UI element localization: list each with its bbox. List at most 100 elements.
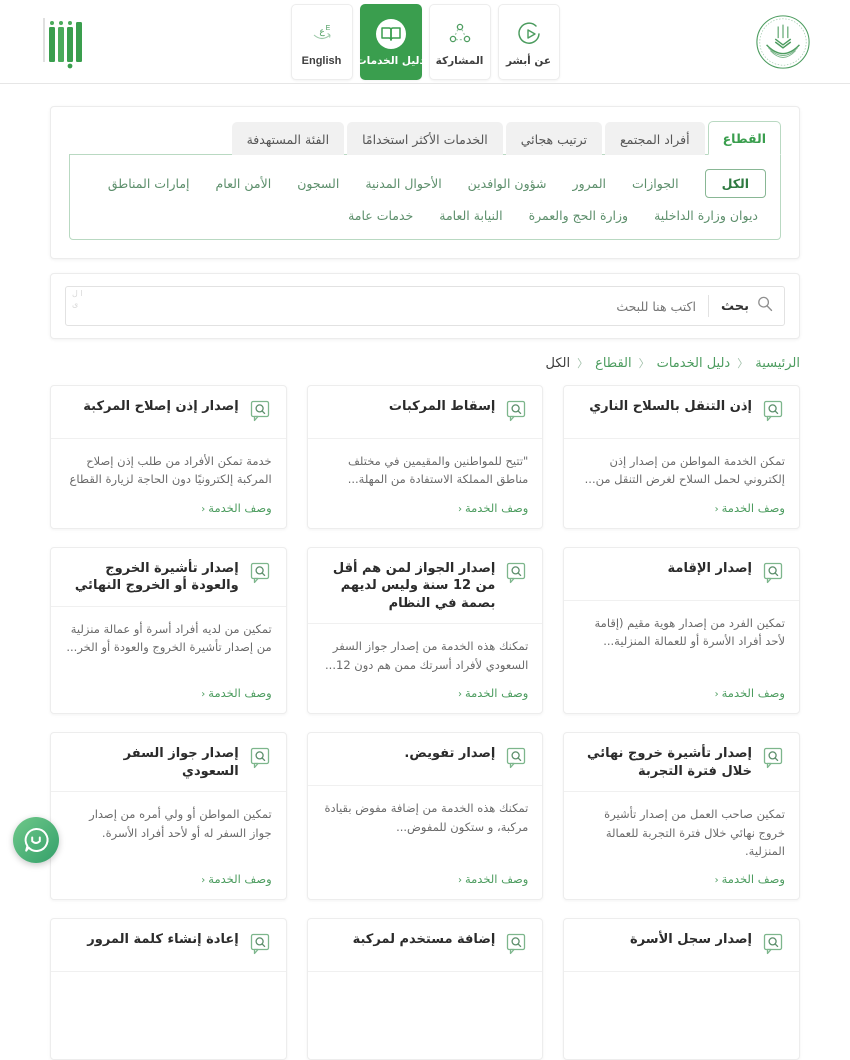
- service-card[interactable]: إصدار تفويض. تمكنك هذه الخدمة من إضافة م…: [306, 732, 544, 901]
- service-card-title: إضافة مستخدم لمركبة: [352, 932, 496, 948]
- service-card-title: إصدار جواز السفر السعودي: [123, 746, 239, 779]
- service-card[interactable]: إصدار الإقامة تمكين الفرد من إصدار هوية …: [563, 546, 800, 715]
- service-card-header: إعادة إنشاء كلمة المرور: [51, 919, 286, 973]
- service-description-link[interactable]: وصف الخدمة‹: [458, 686, 528, 700]
- service-card-description: "تتيح للمواطنين والمقيمين في مختلف مناطق…: [347, 454, 529, 487]
- search-input[interactable]: [76, 298, 708, 314]
- service-description-link-label: وصف الخدمة: [208, 686, 272, 701]
- breadcrumb-separator-icon: 〈: [737, 357, 749, 370]
- service-card-title: إصدار تأشيرة خروج نهائي خلال فترة التجرب…: [587, 746, 752, 779]
- nav-tile-label: دليل الخدمات: [356, 54, 425, 67]
- search-box[interactable]: بحث ا ل ى: [65, 286, 785, 326]
- service-card[interactable]: إصدار إذن إصلاح المركبة خدمة تمكن الأفرا…: [50, 385, 287, 529]
- service-card[interactable]: إضافة مستخدم لمركبة: [306, 918, 544, 1060]
- chevron-left-icon: ‹: [457, 689, 462, 701]
- service-card-header: إصدار جواز السفر السعودي: [51, 733, 286, 793]
- search-button[interactable]: بحث: [707, 295, 774, 317]
- chevron-left-icon: ‹: [714, 875, 719, 887]
- service-description-link[interactable]: وصف الخدمة‹: [715, 501, 785, 515]
- service-card[interactable]: إذن التنقل بالسلاح الناري تمكن الخدمة ال…: [563, 385, 800, 529]
- breadcrumb-item-all: الكل: [545, 355, 571, 371]
- tab-alphabetical-order[interactable]: ترتيب هجائي: [505, 122, 603, 155]
- breadcrumb-item-services-guide[interactable]: دليل الخدمات: [657, 356, 731, 371]
- service-card[interactable]: إعادة إنشاء كلمة المرور: [50, 918, 287, 1060]
- sector-item-all[interactable]: الكل: [704, 169, 766, 198]
- service-card[interactable]: إصدار تأشيرة خروج نهائي خلال فترة التجرب…: [563, 732, 800, 901]
- service-card-footer: وصف الخدمة‹: [51, 489, 286, 528]
- service-search-icon: [504, 746, 528, 774]
- service-description-link[interactable]: وصف الخدمة‹: [715, 872, 785, 886]
- service-card-title: إصدار سجل الأسرة: [630, 932, 752, 948]
- service-search-icon: [504, 932, 528, 960]
- nav-tile-participation[interactable]: المشاركة: [428, 4, 491, 80]
- breadcrumb-item-home[interactable]: الرئيسية: [755, 356, 800, 371]
- sector-item-hajj-umrah-ministry[interactable]: وزارة الحج والعمرة: [529, 208, 629, 223]
- tab-label: القطاع: [722, 131, 766, 146]
- sector-item-expatriate-affairs[interactable]: شؤون الوافدين: [468, 176, 547, 191]
- tab-most-used-services[interactable]: الخدمات الأكثر استخدامًا: [347, 122, 503, 155]
- service-search-icon: [504, 561, 528, 589]
- filter-panel: القطاع أفراد المجتمع ترتيب هجائي الخدمات…: [50, 106, 800, 259]
- chat-support-button[interactable]: [13, 817, 59, 863]
- service-card-title: إصدار تأشيرة الخروج والعودة أو الخروج ال…: [74, 560, 239, 594]
- service-card[interactable]: إصدار تأشيرة الخروج والعودة أو الخروج ال…: [50, 546, 287, 715]
- tab-community-members[interactable]: أفراد المجتمع: [605, 122, 705, 155]
- service-description-link[interactable]: وصف الخدمة‹: [201, 501, 271, 515]
- tab-label: أفراد المجتمع: [620, 132, 690, 147]
- services-grid: إذن التنقل بالسلاح الناري تمكن الخدمة ال…: [50, 385, 800, 1060]
- absher-logo: [43, 17, 82, 68]
- service-description-link-label: وصف الخدمة: [208, 500, 272, 515]
- service-card-footer: وصف الخدمة‹: [564, 489, 799, 528]
- svg-text:ع: ع: [319, 27, 325, 37]
- tab-label: الفئة المستهدفة: [246, 132, 330, 147]
- breadcrumb-separator-icon: 〈: [577, 357, 589, 370]
- sector-item-civil-affairs[interactable]: الأحوال المدنية: [365, 176, 441, 191]
- service-description-link[interactable]: وصف الخدمة‹: [458, 501, 528, 515]
- service-card-title: إصدار إذن إصلاح المركبة: [83, 399, 239, 414]
- tab-sector[interactable]: القطاع: [707, 121, 781, 155]
- service-card[interactable]: إصدار سجل الأسرة: [563, 918, 800, 1060]
- breadcrumb-separator-icon: 〈: [638, 357, 650, 370]
- sector-item-regional-emirates[interactable]: إمارات المناطق: [108, 176, 190, 191]
- tab-target-category[interactable]: الفئة المستهدفة: [231, 122, 345, 155]
- service-card-body: تمكين الفرد من إصدار هوية مقيم (إقامة لأ…: [564, 601, 799, 674]
- sector-item-public-prosecution[interactable]: النيابة العامة: [439, 208, 502, 223]
- service-description-link[interactable]: وصف الخدمة‹: [201, 686, 271, 700]
- search-button-label: بحث: [720, 298, 749, 314]
- nav-tile-services-guide[interactable]: دليل الخدمات: [356, 4, 425, 80]
- service-card-body: [308, 972, 543, 1059]
- service-card-footer: وصف الخدمة‹: [564, 674, 799, 713]
- service-search-icon: [248, 561, 272, 589]
- sector-item-moi-diwan[interactable]: ديوان وزارة الداخلية: [654, 208, 758, 223]
- sector-item-public-security[interactable]: الأمن العام: [216, 176, 272, 191]
- tab-label: ترتيب هجائي: [520, 132, 588, 147]
- chevron-left-icon: ‹: [714, 689, 719, 701]
- chevron-left-icon: ‹: [714, 503, 719, 515]
- sector-item-general-services[interactable]: خدمات عامة: [348, 208, 413, 223]
- service-card-header: إصدار تأشيرة خروج نهائي خلال فترة التجرب…: [564, 733, 799, 793]
- nav-tile-about-absher[interactable]: عن أبشر: [497, 4, 560, 80]
- service-description-link-label: وصف الخدمة: [464, 500, 529, 515]
- language-globe-icon: ع E: [309, 18, 335, 50]
- service-card-description: تمكين المواطن أو ولي أمره من إصدار جواز …: [89, 807, 272, 840]
- sector-item-traffic[interactable]: المرور: [573, 176, 606, 191]
- nav-tile-english[interactable]: ع E English: [290, 4, 353, 80]
- service-card[interactable]: إسقاط المركبات "تتيح للمواطنين والمقيمين…: [306, 385, 544, 529]
- service-description-link[interactable]: وصف الخدمة‹: [201, 872, 271, 886]
- chevron-left-icon: ‹: [457, 875, 462, 887]
- service-card[interactable]: إصدار جواز السفر السعودي تمكين المواطن أ…: [50, 732, 287, 901]
- sector-item-prisons[interactable]: السجون: [297, 176, 339, 191]
- breadcrumb-item-sector[interactable]: القطاع: [595, 356, 632, 371]
- chevron-left-icon: ‹: [457, 503, 462, 515]
- service-card-description: تمكين الفرد من إصدار هوية مقيم (إقامة لأ…: [594, 615, 785, 649]
- service-card-body: خدمة تمكن الأفراد من طلب إذن إصلاح المرك…: [51, 439, 286, 489]
- service-card-footer: وصف الخدمة‹: [51, 860, 286, 899]
- service-description-link[interactable]: وصف الخدمة‹: [458, 872, 528, 886]
- nav-tile-label: English: [301, 54, 342, 67]
- service-card-footer: وصف الخدمة‹: [51, 674, 286, 713]
- service-description-link-label: وصف الخدمة: [721, 872, 785, 887]
- service-card[interactable]: إصدار الجواز لمن هم أقل من 12 سنة وليس ل…: [306, 546, 544, 715]
- sector-item-passports[interactable]: الجوازات: [632, 176, 679, 191]
- service-description-link[interactable]: وصف الخدمة‹: [715, 686, 785, 700]
- service-description-link-label: وصف الخدمة: [721, 500, 785, 515]
